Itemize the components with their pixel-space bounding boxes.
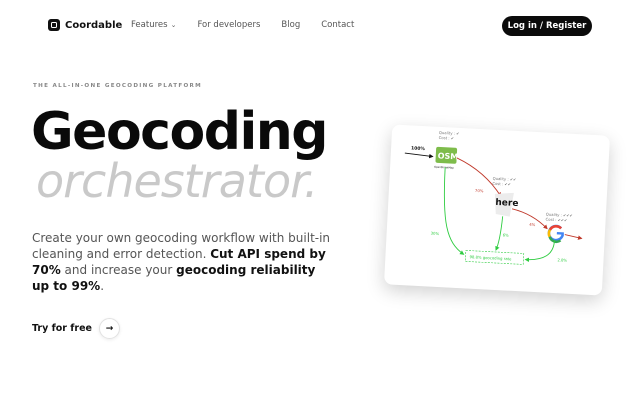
hero-title-line2: orchestrator. [36,154,318,208]
brand-logo[interactable]: Coordable [48,19,122,31]
hero-description: Create your own geocoding workflow with … [32,230,332,294]
coordable-logo-icon [48,19,60,31]
arrow-right-icon: → [98,318,120,339]
hero-title-line1: Geocoding [31,102,329,162]
chevron-down-icon: ⌄ [170,21,177,29]
brand-name: Coordable [65,19,123,31]
pct-osm-to-here: 70% [475,188,484,193]
login-register-button[interactable]: Log in / Register [502,16,592,36]
google-cost: Cost : ✔✔✔ [545,217,567,223]
here-cost: Cost : ✔✔ [492,181,511,187]
nav-link-features[interactable]: Features ⌄ [131,20,176,30]
try-for-free-button[interactable]: Try for free → [32,318,120,339]
nav-links: Features ⌄ For developers Blog Contact [131,20,375,30]
osm-cost: Cost : ✔ [439,135,455,141]
pct-osm-ok: 30% [431,231,440,236]
nav-link-features-label: Features [131,20,168,30]
nav-link-contact[interactable]: Contact [321,20,354,30]
nav-link-blog[interactable]: Blog [281,20,300,30]
here-logo-label: here [495,198,519,209]
arrow-osm-success [443,167,465,255]
try-for-free-label: Try for free [32,323,92,334]
arrow-google-fail [564,234,583,240]
desc-part2: and increase your [60,263,177,277]
nav-link-for-developers[interactable]: For developers [197,20,260,30]
workflow-diagram: 100% Quality : ✔ Cost : ✔ OSM OpenStreet… [404,130,583,265]
pct-here-to-google: 4% [529,222,536,227]
arrow-google-success [524,240,555,262]
desc-part3: . [100,279,105,293]
osm-sub-label: OpenStreetMap [434,165,454,170]
workflow-diagram-card: 100% Quality : ✔ Cost : ✔ OSM OpenStreet… [383,124,611,296]
pct-google-ok: 2.8% [557,257,567,263]
arrow-here-success [495,216,504,251]
google-logo-icon [547,224,565,243]
input-arrow [404,152,434,159]
hero-eyebrow: THE ALL-IN-ONE GEOCODING PLATFORM [33,83,203,89]
osm-logo-label: OSM [438,151,459,161]
input-pct-label: 100% [411,145,426,152]
top-nav: Coordable Features ⌄ For developers Blog… [0,0,640,52]
pct-here-ok: 6% [503,232,510,237]
